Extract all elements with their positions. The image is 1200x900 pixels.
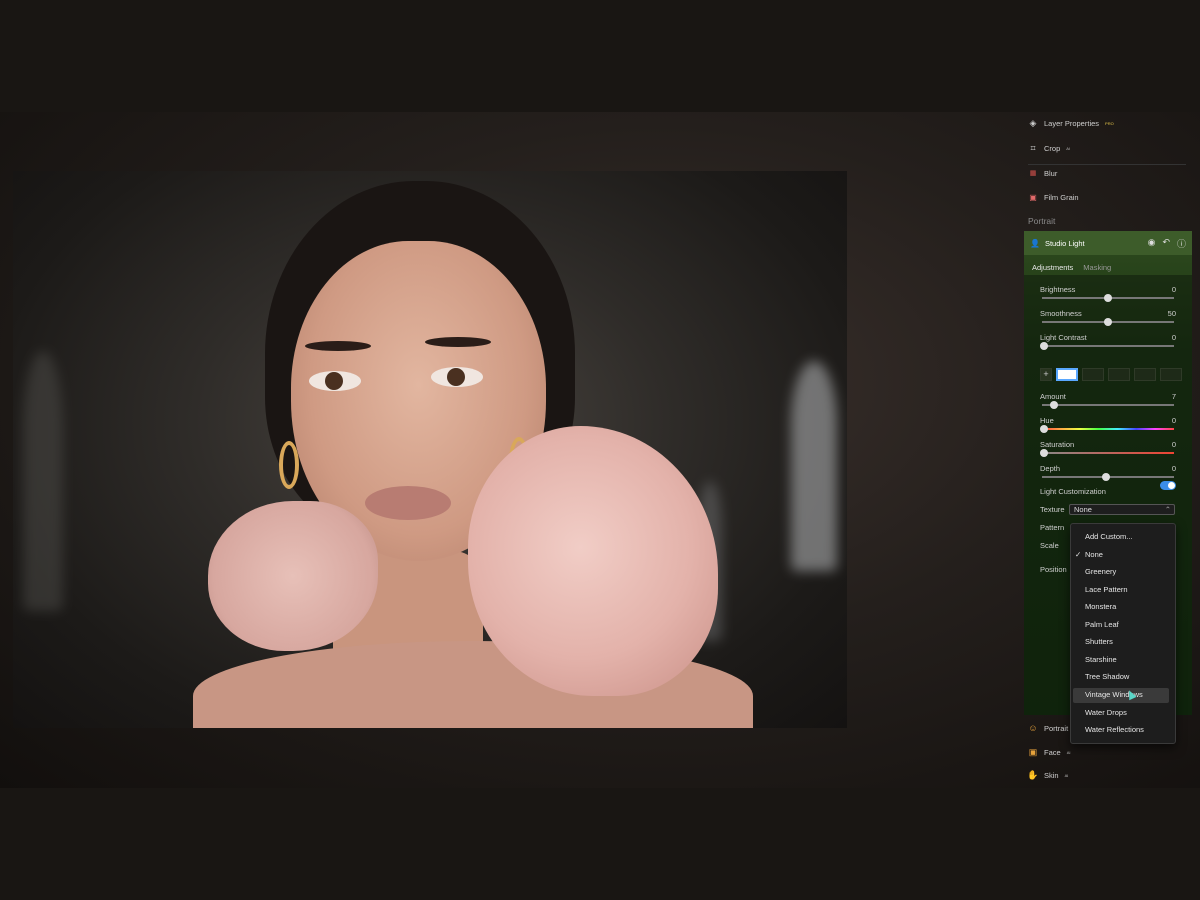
menu-item-none[interactable]: None — [1085, 550, 1103, 559]
film-grain-icon: ▣ — [1029, 192, 1037, 202]
lips — [365, 486, 451, 520]
texture-dropdown-menu: Add Custom... ✓ None Greenery Lace Patte… — [1070, 523, 1176, 744]
slider-label: Light Contrast — [1040, 333, 1087, 342]
pro-badge: PRO — [1105, 120, 1114, 126]
photo-canvas[interactable] — [13, 171, 847, 728]
slider-value: 0 — [1171, 285, 1176, 294]
undo-icon[interactable]: ↶ — [1162, 237, 1170, 250]
slider-knob[interactable] — [1104, 294, 1112, 302]
texture-label: Texture — [1040, 505, 1065, 514]
slider-label: Amount — [1040, 392, 1066, 401]
checkmark-icon: ✓ — [1075, 550, 1082, 559]
slider-value: 50 — [1167, 309, 1176, 318]
portrait-icon: ☺ — [1028, 723, 1038, 733]
skin-icon: ✋ — [1027, 769, 1039, 780]
eye-left — [309, 371, 361, 391]
tool-crop[interactable]: ⌗ Crop AI — [1028, 143, 1070, 153]
divider — [1028, 164, 1186, 165]
dress-ruffle-right — [468, 426, 718, 696]
swatch-empty[interactable] — [1160, 368, 1182, 381]
tool-blur[interactable]: ▦ Blur — [1028, 168, 1058, 178]
light-customization-toggle[interactable] — [1160, 481, 1176, 490]
swatch-empty[interactable] — [1134, 368, 1156, 381]
light-customization-label: Light Customization — [1040, 487, 1106, 496]
tool-label: Skin — [1044, 770, 1059, 780]
tool-label: Portrait — [1044, 723, 1069, 733]
eye-icon[interactable]: ◉ — [1148, 237, 1156, 250]
tab-adjustments[interactable]: Adjustments — [1032, 263, 1073, 272]
slider-label: Smoothness — [1040, 309, 1082, 318]
slider-label: Brightness — [1040, 285, 1076, 294]
info-icon[interactable]: ⓘ — [1177, 237, 1186, 250]
tool-skin[interactable]: ✋ Skin AI — [1027, 769, 1069, 780]
slider-knob[interactable] — [1040, 425, 1048, 433]
editor-workspace: ◈ Layer Properties PRO ⌗ Crop AI ▦ Blur … — [0, 112, 1200, 788]
menu-item-tree-shadow[interactable]: Tree Shadow — [1085, 672, 1129, 681]
swatch-empty[interactable] — [1082, 368, 1104, 381]
menu-item-add-custom[interactable]: Add Custom... — [1085, 532, 1133, 541]
slider-value: 0 — [1171, 464, 1176, 473]
tab-masking[interactable]: Masking — [1083, 263, 1111, 272]
slider-knob[interactable] — [1050, 401, 1058, 409]
ai-badge: AI — [1064, 772, 1069, 778]
menu-item-palm-leaf[interactable]: Palm Leaf — [1085, 620, 1119, 629]
earring-left — [279, 441, 299, 489]
dress-ruffle-left — [208, 501, 378, 651]
menu-item-starshine[interactable]: Starshine — [1085, 655, 1117, 664]
tool-label: Crop — [1044, 143, 1061, 153]
slider-value: 7 — [1171, 392, 1176, 401]
menu-item-lace-pattern[interactable]: Lace Pattern — [1085, 585, 1128, 594]
menu-item-water-reflections[interactable]: Water Reflections — [1085, 725, 1144, 734]
tool-portrait[interactable]: ☺ Portrait — [1028, 723, 1068, 733]
slider-label: Saturation — [1040, 440, 1075, 449]
swatch-empty[interactable] — [1108, 368, 1130, 381]
slider-value: 0 — [1171, 440, 1176, 449]
background-window — [23, 351, 63, 611]
slider-value: 0 — [1171, 333, 1176, 342]
eyebrow-left — [305, 341, 371, 351]
studio-light-title: Studio Light — [1044, 238, 1085, 248]
menu-item-greenery[interactable]: Greenery — [1085, 567, 1116, 576]
texture-select-value: None — [1074, 505, 1092, 514]
slider-value: 0 — [1171, 416, 1176, 425]
crop-icon: ⌗ — [1030, 142, 1036, 153]
menu-item-monstera[interactable]: Monstera — [1085, 602, 1116, 611]
slider-knob[interactable] — [1040, 342, 1048, 350]
slider-knob[interactable] — [1102, 473, 1110, 481]
face-icon: ▣ — [1028, 746, 1038, 757]
chevron-updown-icon: ⌃ — [1164, 505, 1171, 514]
background-window — [791, 361, 837, 571]
slider-label: Depth — [1040, 464, 1061, 473]
texture-select[interactable]: None ⌃ — [1069, 504, 1175, 515]
studio-light-header[interactable]: 👤 Studio Light ◉ ↶ ⓘ — [1024, 231, 1192, 255]
slider-label: Hue — [1040, 416, 1054, 425]
tool-film-grain[interactable]: ▣ Film Grain — [1028, 192, 1079, 202]
slider-knob[interactable] — [1104, 318, 1112, 326]
eyebrow-right — [425, 337, 491, 347]
tool-label: Film Grain — [1044, 192, 1079, 202]
tool-label: Blur — [1044, 168, 1058, 178]
tool-layer-properties[interactable]: ◈ Layer Properties PRO — [1028, 118, 1114, 128]
position-label: Position — [1040, 565, 1067, 574]
scale-label: Scale — [1040, 541, 1059, 550]
pattern-label: Pattern — [1040, 523, 1065, 532]
eye-right — [431, 367, 483, 387]
tool-face[interactable]: ▣ Face AI — [1028, 746, 1071, 757]
tool-label: Face — [1044, 747, 1061, 757]
blur-icon: ▦ — [1029, 170, 1037, 177]
ai-badge: AI — [1066, 145, 1071, 151]
menu-item-water-drops[interactable]: Water Drops — [1085, 708, 1127, 717]
layers-icon: ◈ — [1029, 117, 1037, 128]
menu-item-shutters[interactable]: Shutters — [1085, 637, 1113, 646]
add-swatch-button[interactable]: + — [1040, 368, 1052, 381]
swatch-white[interactable] — [1056, 368, 1078, 381]
section-label-portrait: Portrait — [1028, 216, 1056, 226]
tool-label: Layer Properties — [1044, 118, 1100, 128]
light-swatches: + — [1040, 368, 1182, 381]
person-icon: 👤 — [1030, 238, 1040, 248]
slider-knob[interactable] — [1040, 449, 1048, 457]
ai-badge: AI — [1066, 749, 1071, 755]
